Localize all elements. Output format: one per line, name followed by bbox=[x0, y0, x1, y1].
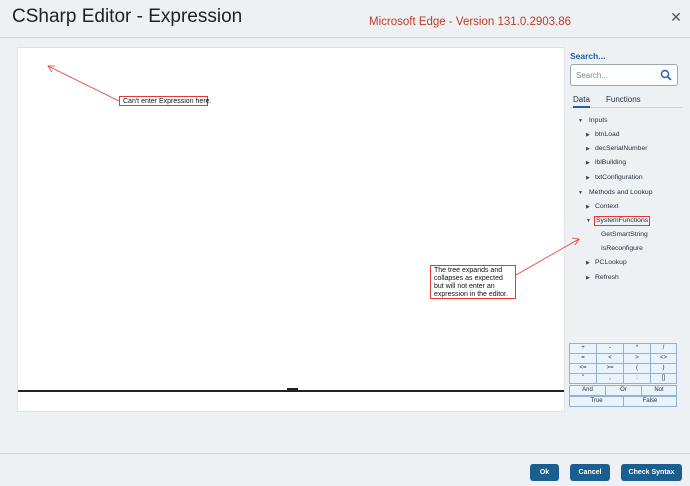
expand-right-icon[interactable]: ▶ bbox=[586, 273, 590, 283]
tree-node-decserialnumber[interactable]: decSerialNumber bbox=[595, 144, 648, 154]
dialog-title: CSharp Editor - Expression bbox=[12, 6, 243, 27]
tree-node-refresh[interactable]: Refresh bbox=[595, 273, 619, 283]
ok-button[interactable]: Ok bbox=[530, 464, 559, 481]
tab-functions[interactable]: Functions bbox=[606, 95, 641, 104]
tree-node-inputs[interactable]: Inputs bbox=[589, 116, 608, 126]
tree-node-systemfunctions[interactable]: SystemFunctions bbox=[594, 216, 651, 226]
search-label: Search... bbox=[570, 51, 606, 61]
expand-right-icon[interactable]: ▶ bbox=[586, 130, 590, 140]
check-syntax-button[interactable]: Check Syntax bbox=[621, 464, 682, 481]
annotation-callout-tree: The tree expands and collapses as expect… bbox=[430, 265, 516, 299]
expand-right-icon[interactable]: ▶ bbox=[586, 202, 590, 212]
operator-and-button[interactable]: And bbox=[569, 385, 606, 396]
expand-down-icon[interactable]: ▼ bbox=[586, 216, 591, 226]
editor-splitter-handle[interactable] bbox=[287, 388, 298, 391]
expand-right-icon[interactable]: ▶ bbox=[586, 158, 590, 168]
expand-right-icon[interactable]: ▶ bbox=[586, 144, 590, 154]
header-divider bbox=[0, 37, 690, 38]
operator-quote-button[interactable]: " bbox=[569, 373, 597, 384]
search-input[interactable] bbox=[576, 68, 656, 82]
expand-down-icon[interactable]: ▼ bbox=[578, 188, 583, 198]
tree-node-context[interactable]: Context bbox=[595, 202, 618, 212]
tree-node-btnload[interactable]: btnLoad bbox=[595, 130, 620, 140]
expand-right-icon[interactable]: ▶ bbox=[586, 258, 590, 268]
operator-colon-button[interactable]: : bbox=[623, 373, 651, 384]
operator-not-button[interactable]: Not bbox=[641, 385, 677, 396]
expand-down-icon[interactable]: ▼ bbox=[578, 116, 583, 126]
annotation-callout-editor: Can't enter Expression here. bbox=[119, 96, 212, 106]
tree-node-methods-lookup[interactable]: Methods and Lookup bbox=[589, 188, 653, 198]
expand-right-icon[interactable]: ▶ bbox=[586, 173, 590, 183]
tree-node-getsmartstring[interactable]: GetSmartString bbox=[601, 230, 648, 240]
expression-editor[interactable] bbox=[17, 47, 565, 412]
search-icon[interactable] bbox=[660, 69, 672, 81]
close-icon[interactable]: ✕ bbox=[669, 10, 683, 24]
operator-brackets-button[interactable]: [] bbox=[650, 373, 677, 384]
tab-data[interactable]: Data bbox=[573, 95, 590, 108]
cancel-button[interactable]: Cancel bbox=[570, 464, 610, 481]
tree-node-txtconfiguration[interactable]: txtConfiguration bbox=[595, 173, 643, 183]
tree-node-isreconfigure[interactable]: IsReconfigure bbox=[601, 244, 643, 254]
footer-divider bbox=[0, 453, 690, 454]
tree-node-lblbuilding[interactable]: lblBuilding bbox=[595, 158, 626, 168]
operator-comma-button[interactable]: , bbox=[596, 373, 624, 384]
browser-version-banner: Microsoft Edge - Version 131.0.2903.86 bbox=[369, 16, 572, 28]
operator-false-button[interactable]: False bbox=[623, 396, 677, 407]
operator-or-button[interactable]: Or bbox=[605, 385, 642, 396]
search-box[interactable] bbox=[570, 64, 678, 86]
operator-true-button[interactable]: True bbox=[569, 396, 624, 407]
sidebar-tabs: Data Functions bbox=[570, 95, 682, 108]
tree-node-pclookup[interactable]: PCLookup bbox=[595, 258, 627, 268]
